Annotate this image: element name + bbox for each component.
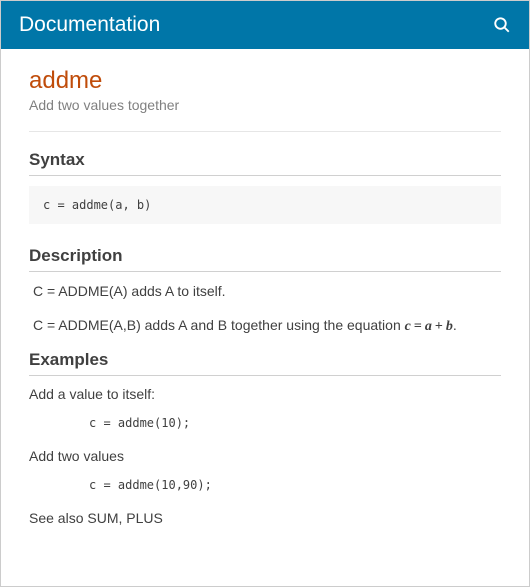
description-heading: Description [29,246,501,272]
eq-a: a [425,319,432,334]
header-title: Documentation [19,13,160,37]
example-intro-1: Add a value to itself: [29,386,501,402]
syntax-heading: Syntax [29,150,501,176]
see-also: See also SUM, PLUS [29,510,501,526]
examples-heading: Examples [29,350,501,376]
description-line-1: C = ADDME(A) adds A to itself. [33,282,501,302]
app-header: Documentation [1,1,529,49]
equation: c=a+b [405,319,453,334]
page-title: addme [29,67,501,95]
example-intro-2: Add two values [29,448,501,464]
description-line-2: C = ADDME(A,B) adds A and B together usi… [33,316,501,337]
eq-lhs: c [405,319,411,334]
search-icon[interactable] [493,16,511,34]
eq-equals: = [411,319,425,334]
eq-b: b [446,319,453,334]
divider [29,131,501,132]
eq-plus: + [432,319,446,334]
example-code-1: c = addme(10); [89,416,501,430]
description-line-2-suffix: . [453,317,457,333]
example-code-2: c = addme(10,90); [89,478,501,492]
page-subtitle: Add two values together [29,97,501,113]
syntax-code: c = addme(a, b) [29,186,501,224]
description-line-2-prefix: C = ADDME(A,B) adds A and B together usi… [33,317,405,333]
content-area: addme Add two values together Syntax c =… [1,49,529,544]
